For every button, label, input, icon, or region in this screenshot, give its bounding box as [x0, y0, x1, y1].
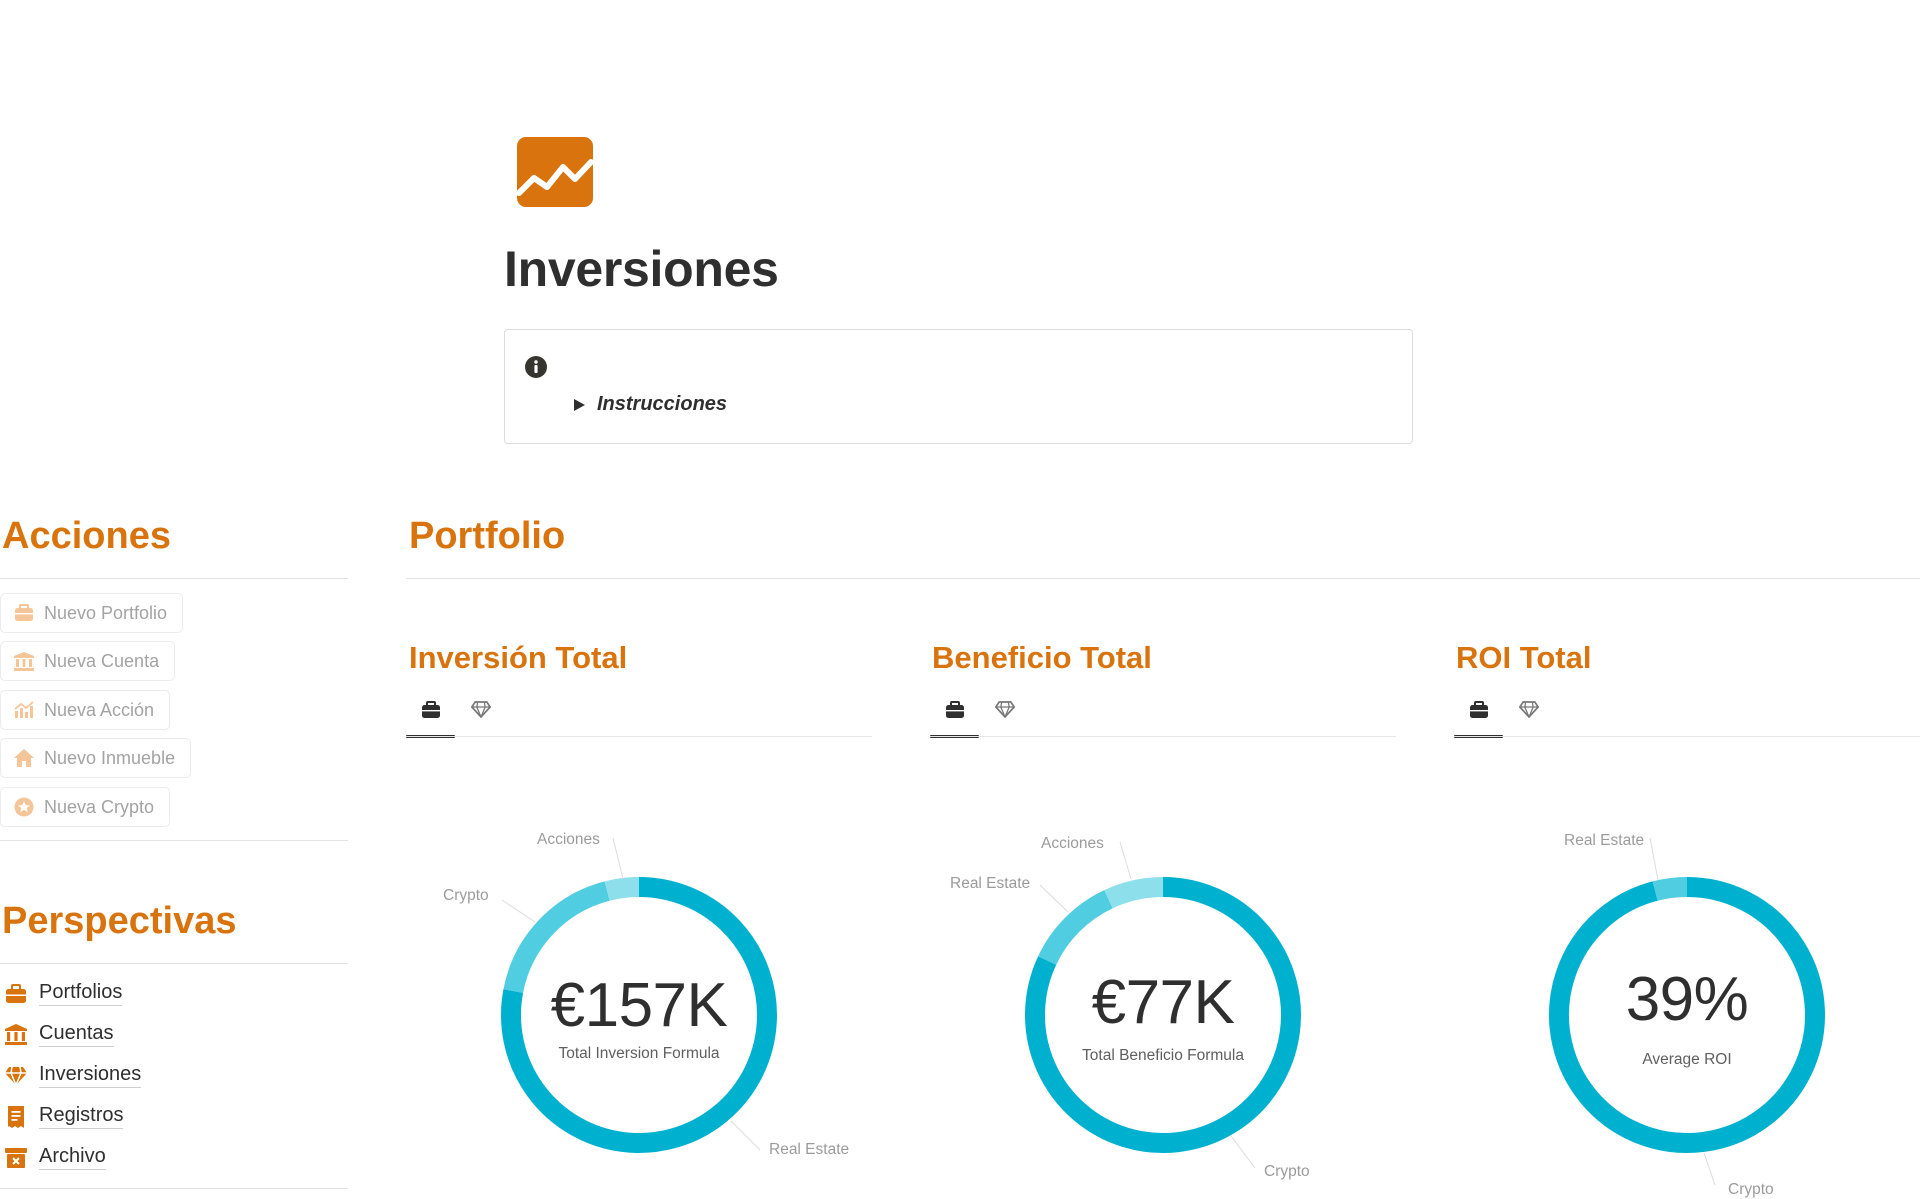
- roi-total-tabs: [1454, 688, 1920, 738]
- donut-slice-real-estate[interactable]: [1038, 890, 1113, 965]
- nuevo-portfolio-button[interactable]: Nuevo Portfolio: [0, 593, 184, 633]
- slice-label: Acciones: [1041, 835, 1104, 852]
- tab-portfolios[interactable]: [406, 688, 455, 738]
- button-label: Nueva Crypto: [44, 796, 155, 817]
- slice-label: Crypto: [1264, 1163, 1310, 1180]
- instructions-toggle[interactable]: Instrucciones: [574, 393, 727, 416]
- donut-center-value: €77K: [1091, 968, 1235, 1037]
- perspectivas-heading: Perspectivas: [2, 900, 237, 942]
- slice-label: Real Estate: [950, 875, 1031, 892]
- acciones-heading: Acciones: [2, 515, 171, 557]
- instructions-callout: Instrucciones: [504, 329, 1413, 444]
- toggle-label: Instrucciones: [597, 393, 728, 415]
- archive-box-icon: [4, 1146, 28, 1170]
- acciones-divider: [0, 578, 348, 579]
- slice-label: Acciones: [537, 831, 600, 848]
- portfolio-heading: Portfolio: [409, 515, 566, 557]
- bank-icon: [4, 1023, 28, 1047]
- inversion-total-heading: Inversión Total: [409, 640, 628, 675]
- nueva-crypto-button[interactable]: Nueva Crypto: [0, 787, 171, 827]
- donut-slice-acciones[interactable]: [1104, 877, 1164, 909]
- button-label: Nueva Cuenta: [44, 650, 160, 671]
- slice-label: Crypto: [1728, 1181, 1774, 1198]
- perspectivas-divider: [0, 963, 348, 964]
- perspectiva-label: Portfolios: [39, 981, 123, 1006]
- perspectiva-inversiones-link[interactable]: Inversiones: [4, 1063, 142, 1088]
- leader-lines: [501, 837, 1716, 1186]
- button-label: Nuevo Inmueble: [44, 747, 176, 768]
- nuevo-inmueble-button[interactable]: Nuevo Inmueble: [0, 738, 192, 778]
- receipt-icon: [4, 1105, 28, 1129]
- tab-inversiones[interactable]: [1504, 688, 1553, 736]
- tab-portfolios[interactable]: [930, 688, 979, 738]
- roi-total-heading: ROI Total: [1456, 640, 1592, 675]
- perspectiva-label: Cuentas: [39, 1022, 114, 1047]
- diamond-icon: [470, 701, 491, 723]
- beneficio-total-heading: Beneficio Total: [932, 640, 1152, 675]
- briefcase-icon: [13, 602, 35, 624]
- perspectiva-label: Inversiones: [39, 1063, 142, 1088]
- acciones-bottom-divider: [0, 840, 348, 841]
- diamond-icon: [4, 1064, 28, 1088]
- donut-slice-acciones[interactable]: [604, 877, 640, 901]
- briefcase-icon: [4, 982, 28, 1006]
- slice-label: Crypto: [443, 887, 489, 904]
- house-icon: [13, 747, 35, 769]
- diamond-icon: [994, 701, 1015, 723]
- inversion-total-tabs: [406, 688, 872, 738]
- toggle-triangle-icon[interactable]: [574, 398, 585, 411]
- chart-line-icon[interactable]: [516, 137, 594, 207]
- tab-inversiones[interactable]: [980, 688, 1029, 736]
- portfolio-divider: [406, 578, 1920, 579]
- button-label: Nuevo Portfolio: [44, 602, 168, 623]
- perspectiva-portfolios-link[interactable]: Portfolios: [4, 981, 123, 1006]
- nueva-cuenta-button[interactable]: Nueva Cuenta: [0, 641, 176, 681]
- slice-label: Real Estate: [1564, 832, 1645, 849]
- diamond-icon: [1518, 701, 1539, 723]
- beneficio-total-tabs: [930, 688, 1396, 738]
- briefcase-icon: [1469, 700, 1489, 724]
- donut-center-caption: Total Beneficio Formula: [1082, 1047, 1244, 1064]
- donut-slice-real-estate[interactable]: [1652, 877, 1688, 901]
- perspectiva-cuentas-link[interactable]: Cuentas: [4, 1022, 114, 1047]
- perspectivas-bottom-divider: [0, 1188, 348, 1189]
- perspectiva-registros-link[interactable]: Registros: [4, 1104, 124, 1129]
- briefcase-icon: [945, 700, 965, 724]
- info-circle-icon: [524, 355, 548, 379]
- donut-center-caption: Total Inversion Formula: [558, 1045, 720, 1062]
- perspectiva-label: Archivo: [39, 1145, 106, 1170]
- nueva-accion-button[interactable]: Nueva Acción: [0, 690, 171, 730]
- perspectiva-label: Registros: [39, 1104, 124, 1129]
- perspectiva-archivo-link[interactable]: Archivo: [4, 1145, 106, 1170]
- tab-inversiones[interactable]: [456, 688, 505, 736]
- briefcase-icon: [421, 700, 441, 724]
- donut-center-value: €157K: [550, 971, 728, 1040]
- coin-icon: [13, 796, 35, 818]
- stock-chart-icon: [13, 699, 35, 721]
- slice-label: Real Estate: [769, 1141, 850, 1158]
- bank-icon: [13, 650, 35, 672]
- button-label: Nueva Acción: [44, 699, 155, 720]
- page-title: Inversiones: [504, 241, 779, 297]
- donut-center-caption: Average ROI: [1642, 1051, 1732, 1068]
- tab-portfolios[interactable]: [1454, 688, 1503, 738]
- donut-center-value: 39%: [1625, 965, 1749, 1034]
